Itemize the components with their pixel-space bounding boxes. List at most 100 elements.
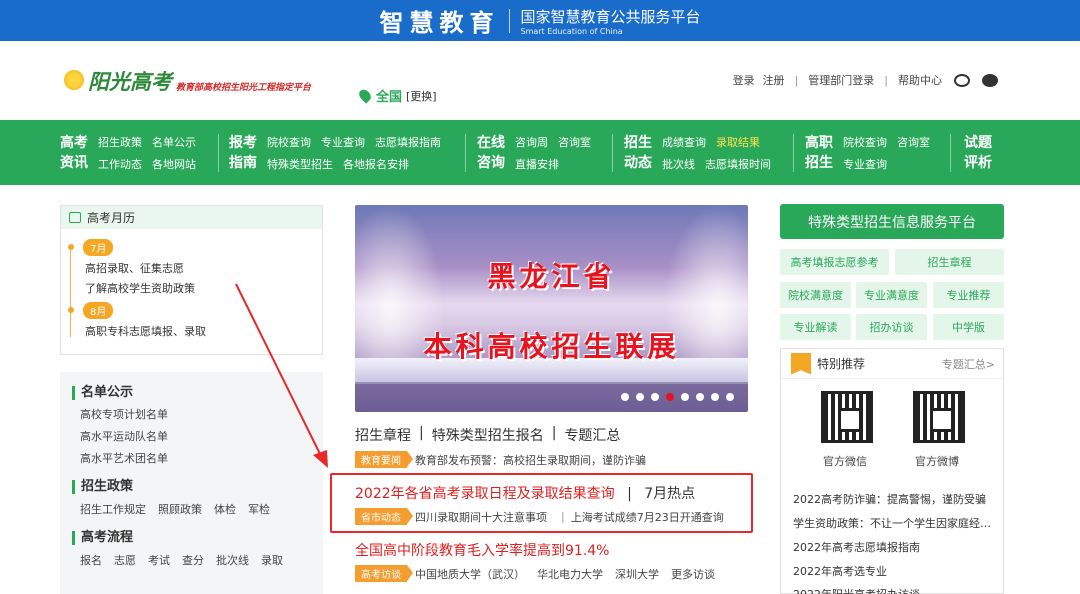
nav-title-guide[interactable]: 报考指南 bbox=[229, 133, 257, 173]
headline-link[interactable]: 全国高中阶段教育毛入学率提高到91.4% bbox=[355, 543, 609, 559]
tag-button[interactable]: 招办访谈 bbox=[856, 314, 927, 340]
nav-item[interactable]: 志愿填报时间 bbox=[705, 156, 771, 172]
tag-button[interactable]: 专业推荐 bbox=[933, 282, 1004, 308]
carousel-dot[interactable] bbox=[696, 393, 704, 401]
register-link[interactable]: 注册 bbox=[763, 72, 785, 88]
carousel-dot[interactable] bbox=[651, 393, 659, 401]
section-link[interactable]: 报名 bbox=[80, 552, 102, 568]
section-link[interactable]: 招生工作规定 bbox=[80, 501, 146, 517]
carousel-dot[interactable] bbox=[681, 393, 689, 401]
nav-title-vocational[interactable]: 高职招生 bbox=[805, 133, 833, 173]
carousel-dot[interactable] bbox=[726, 393, 734, 401]
nav-item[interactable]: 志愿填报指南 bbox=[375, 134, 441, 150]
special-admission-service-button[interactable]: 特殊类型招生信息服务平台 bbox=[780, 204, 1004, 239]
admin-login-link[interactable]: 管理部门登录 bbox=[808, 72, 874, 88]
section-link[interactable]: 高水平运动队名单 bbox=[80, 428, 323, 444]
carousel-dot[interactable] bbox=[636, 393, 644, 401]
nav-item-highlight[interactable]: 录取结果 bbox=[716, 134, 760, 150]
top-brand[interactable]: 智慧教育 bbox=[379, 3, 499, 38]
promo-banner[interactable]: 黑龙江省 本科高校招生联展 bbox=[355, 205, 748, 412]
timeline-line bbox=[70, 245, 71, 337]
nav-item[interactable]: 名单公示 bbox=[152, 134, 196, 150]
section-link[interactable]: 军检 bbox=[248, 501, 270, 517]
nav-divider bbox=[793, 134, 794, 172]
section-link[interactable]: 高水平艺术团名单 bbox=[80, 450, 323, 466]
nav-item[interactable]: 各地网站 bbox=[152, 156, 196, 172]
nav-item[interactable]: 咨询周 bbox=[515, 134, 548, 150]
region-change-link[interactable]: [更换] bbox=[406, 88, 437, 104]
carousel-dot[interactable] bbox=[621, 393, 629, 401]
section-link[interactable]: 照顾政策 bbox=[158, 501, 202, 517]
nav-title-consult[interactable]: 在线咨询 bbox=[477, 133, 505, 173]
carousel-dot[interactable] bbox=[711, 393, 719, 401]
news-link[interactable]: 教育部发布预警：高校招生录取期间，谨防诈骗 bbox=[415, 452, 646, 468]
section-link[interactable]: 查分 bbox=[182, 552, 204, 568]
nav-item[interactable]: 工作动态 bbox=[98, 156, 142, 172]
section-title-list[interactable]: 名单公示 bbox=[72, 386, 323, 400]
nav-group-dynamics: 招生动态 成绩查询 录取结果 批次线 志愿填报时间 bbox=[624, 120, 771, 185]
tag-button[interactable]: 院校满意度 bbox=[780, 282, 851, 308]
carousel-dots bbox=[355, 382, 748, 412]
section-link[interactable]: 高校专项计划名单 bbox=[80, 406, 323, 422]
section-link[interactable]: 批次线 bbox=[216, 552, 249, 568]
section-link[interactable]: 体检 bbox=[214, 501, 236, 517]
nav-item[interactable]: 各地报名安排 bbox=[343, 156, 409, 172]
weibo-icon[interactable] bbox=[954, 73, 970, 87]
top-title[interactable]: 国家智慧教育公共服务平台 bbox=[520, 6, 700, 27]
nav-item[interactable]: 院校查询 bbox=[267, 134, 311, 150]
calendar-item[interactable]: 了解高校学生资助政策 bbox=[85, 280, 322, 296]
wechat-icon[interactable] bbox=[982, 73, 998, 87]
nav-title-exam[interactable]: 试题评析 bbox=[964, 133, 992, 173]
help-center-link[interactable]: 帮助中心 bbox=[898, 72, 942, 88]
carousel-dot[interactable] bbox=[666, 393, 674, 401]
topics-more-link[interactable]: 专题汇总> bbox=[942, 356, 995, 372]
interview-link[interactable]: 更多访谈 bbox=[671, 566, 715, 582]
calendar-item[interactable]: 高职专科志愿填报、录取 bbox=[85, 323, 322, 339]
recommend-item[interactable]: 2022年阳光高考招办访谈 bbox=[793, 586, 998, 594]
site-logo[interactable]: 阳光高考 教育部高校招生阳光工程指定平台 bbox=[62, 64, 311, 96]
tag-button[interactable]: 招生章程 bbox=[895, 249, 1004, 275]
category-divider: | bbox=[551, 425, 557, 441]
nav-item[interactable]: 专业查询 bbox=[843, 156, 887, 172]
nav-item[interactable]: 招生政策 bbox=[98, 134, 142, 150]
category-links: 招生章程 | 特殊类型招生报名 | 专题汇总 bbox=[355, 425, 620, 445]
nav-divider bbox=[218, 134, 219, 172]
section-link[interactable]: 考试 bbox=[148, 552, 170, 568]
interview-link[interactable]: 中国地质大学（武汉） bbox=[415, 566, 525, 582]
interview-link[interactable]: 深圳大学 bbox=[615, 566, 659, 582]
tag-button[interactable]: 专业满意度 bbox=[856, 282, 927, 308]
exam-calendar: 高考月历 7月 高招录取、征集志愿 了解高校学生资助政策 8月 高职专科志愿填报… bbox=[60, 205, 323, 355]
nav-item[interactable]: 直播安排 bbox=[515, 156, 559, 172]
qr-label: 官方微信 bbox=[823, 455, 867, 468]
nav-item[interactable]: 成绩查询 bbox=[662, 134, 706, 150]
recommend-item[interactable]: 2022年高考志愿填报指南 bbox=[793, 539, 998, 555]
calendar-icon bbox=[69, 212, 81, 223]
nav-divider bbox=[612, 134, 613, 172]
weibo-qr-code bbox=[913, 391, 965, 443]
tag-button[interactable]: 专业解读 bbox=[780, 314, 851, 340]
login-link[interactable]: 登录 bbox=[733, 72, 755, 88]
tag-button[interactable]: 高考填报志愿参考 bbox=[780, 249, 889, 275]
link-divider: | bbox=[794, 73, 799, 87]
category-link[interactable]: 招生章程 bbox=[355, 425, 411, 445]
nav-item[interactable]: 咨询室 bbox=[897, 134, 930, 150]
tag-button[interactable]: 中学版 bbox=[933, 314, 1004, 340]
nav-item[interactable]: 咨询室 bbox=[558, 134, 591, 150]
section-link[interactable]: 志愿 bbox=[114, 552, 136, 568]
calendar-item[interactable]: 高招录取、征集志愿 bbox=[85, 260, 322, 276]
interview-link[interactable]: 华北电力大学 bbox=[537, 566, 603, 582]
nav-title-news[interactable]: 高考资讯 bbox=[60, 133, 88, 173]
category-link[interactable]: 专题汇总 bbox=[564, 425, 620, 445]
recommend-item[interactable]: 学生资助政策：不让一个学生因家庭经济困难而失学 bbox=[793, 515, 998, 531]
category-link[interactable]: 特殊类型招生报名 bbox=[432, 425, 544, 445]
recommend-item[interactable]: 2022年高考选专业 bbox=[793, 563, 998, 579]
section-title-process[interactable]: 高考流程 bbox=[72, 531, 323, 545]
nav-title-dynamics[interactable]: 招生动态 bbox=[624, 133, 652, 173]
nav-item[interactable]: 批次线 bbox=[662, 156, 695, 172]
nav-item[interactable]: 特殊类型招生 bbox=[267, 156, 333, 172]
nav-item[interactable]: 院校查询 bbox=[843, 134, 887, 150]
section-title-policy[interactable]: 招生政策 bbox=[72, 480, 323, 494]
nav-item[interactable]: 专业查询 bbox=[321, 134, 365, 150]
recommend-item[interactable]: 2022高考防诈骗：提高警惕，谨防受骗 bbox=[793, 491, 998, 507]
section-link[interactable]: 录取 bbox=[261, 552, 283, 568]
